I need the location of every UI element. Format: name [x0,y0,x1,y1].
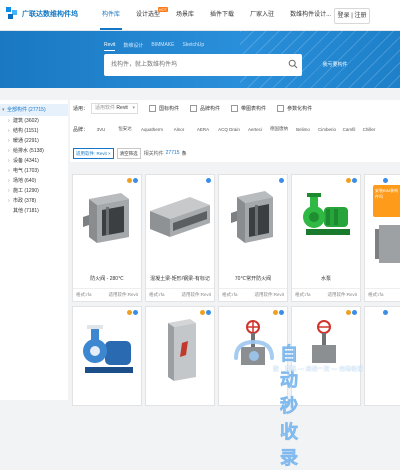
checkbox-national-standard[interactable]: 国标构件 [149,104,179,112]
brand-item[interactable]: 3VU [90,127,112,132]
software-badges [383,310,388,315]
checkbox-parametric[interactable]: 参数化构件 [277,104,312,112]
checkbox-brand[interactable]: 品牌构件 [190,104,220,112]
software-badges [383,178,388,183]
logo-icon [6,7,19,20]
card-footer: 格式:rfa [365,288,400,301]
active-filters-row: 适用软件: Revit × 清空筛选 相关构件 27715 条 [73,147,187,159]
login-register-button[interactable]: 登录 | 注册 [334,8,370,24]
card-title: 70℃常开防火阀 [234,276,272,282]
main-nav: 构件库 设计选型 HOT 场景库 插件下载 厂家入驻 数维构件设计... [94,0,339,30]
logo-text: 广联达数维构件坞 [22,10,78,18]
brand-item[interactable]: 恒安达 [114,126,136,132]
component-card[interactable] [291,306,361,406]
component-card[interactable]: 水泵 格式:rfa 适用软件:Revit [291,174,361,302]
sidebar-item-all[interactable]: ▾ 全部构件 (27715) [0,104,68,116]
nav-item-scene-library[interactable]: 场景库 [168,0,202,30]
component-card[interactable]: 混凝土梁-矩形/钢梁-有标记 格式:rfa 适用软件:Revit [145,174,215,302]
component-card[interactable]: 70℃常开防火阀 格式:rfa 适用软件:Revit [218,174,288,302]
sidebar-item-site[interactable]: › 场地 (640) [0,176,68,186]
promo-banner: 安装BIM装构件坞 [373,185,400,217]
sidebar-item-equipment[interactable]: › 设备 (4341) [0,156,68,166]
search-box [104,54,302,76]
brand-item[interactable]: Chiller [360,127,378,132]
category-sidebar: ▾ 全部构件 (27715) › 建筑 (3602) › 结构 (1151) › 暖通 … [0,100,68,400]
search-software-tabs: Revit 数维设计 BIMMAKE SketchUp [104,42,204,51]
result-count-suffix: 条 [181,150,187,157]
software-filter-row: 适用： 适用软件 Revit 国标构件 品牌构件 带图表构件 参数化构件 [73,102,312,114]
nav-item-vendor-join[interactable]: 厂家入驻 [242,0,282,30]
search-tab-shuwei[interactable]: 数维设计 [123,42,143,51]
card-footer: 格式:rfa 适用软件:Revit [73,288,141,301]
request-component-button[interactable]: 我亏要构件 [306,54,364,76]
component-card[interactable]: 安装BIM装构件坞 格式:rfa [364,174,400,302]
software-select[interactable]: 适用软件 Revit [91,102,139,114]
brand-item[interactable]: Aquatherm [138,127,166,132]
brand-item[interactable]: Aerteci [244,127,266,132]
site-logo[interactable]: 广联达数维构件坞 [6,7,78,20]
checkbox-icon [277,104,285,112]
component-card[interactable] [72,306,142,406]
card-title: 水泵 [320,276,331,282]
promo-banner-text: 安装BIM装构件坞 [375,188,399,199]
result-count: 27715 [165,150,180,156]
applies-label: 适用： [73,105,89,112]
sidebar-item-municipal[interactable]: › 市政 (378) [0,196,68,206]
nav-item-design-selection[interactable]: 设计选型 HOT [128,0,169,30]
sidebar-item-structure[interactable]: › 结构 (1151) [0,126,68,136]
card-footer: 格式:rfa 适用软件:Revit [219,288,287,301]
nav-item-component-library[interactable]: 构件库 [94,0,128,30]
hot-badge: HOT [157,7,169,12]
nav-item-plugin-download[interactable]: 插件下载 [202,0,242,30]
card-footer: 格式:rfa 适用软件:Revit [146,288,214,301]
fire-damper-thumbnail [83,193,129,243]
top-nav-bar: 广联达数维构件坞 构件库 设计选型 HOT 场景库 插件下载 厂家入驻 数维构件设… [0,0,400,31]
search-icon[interactable] [288,59,298,69]
sidebar-item-plumbing[interactable]: › 给排水 (5138) [0,146,68,156]
brand-item[interactable]: 德国唐纳 [268,126,290,132]
checkbox-icon [190,104,198,112]
result-count-label: 相关构件 [143,150,164,157]
component-card[interactable] [364,306,400,406]
valve-thumbnail [312,320,336,363]
nav-item-component-design[interactable]: 数维构件设计... [282,0,339,30]
fire-damper-thumbnail [231,191,273,243]
watermark-subtitle: 数 · 互联 — 来访一次 — 自动收录 [272,367,363,373]
search-tab-revit[interactable]: Revit [104,42,116,51]
brand-label: 品牌： [73,126,89,133]
checkbox-icon [149,104,157,112]
active-filter-tag[interactable]: 适用软件: Revit × [73,147,114,159]
concrete-beam-thumbnail [150,197,210,237]
checkbox-icon [231,104,239,112]
brand-item[interactable]: Camfil [340,127,358,132]
search-tab-sketchup[interactable]: SketchUp [182,42,204,51]
sidebar-item-architecture[interactable]: › 建筑 (3602) [0,116,68,126]
equipment-thumbnail [375,225,400,263]
search-tab-bimmake[interactable]: BIMMAKE [151,42,174,51]
brand-item[interactable]: Cimberio [316,127,338,132]
search-input[interactable] [111,59,281,71]
brand-item[interactable]: AERA [192,127,214,132]
watermark-title: 自动秒收录 [280,344,299,469]
sidebar-item-construction[interactable]: › 施工 (1290) [0,186,68,196]
brand-item[interactable]: Alnor [168,127,190,132]
brand-item[interactable]: ACQ Drain [216,127,242,132]
sidebar-item-other[interactable]: 其他 (7181) [0,206,68,216]
brand-filter-row: 品牌： 3VU 恒安达 Aquatherm Alnor AERA ACQ Dra… [73,124,378,134]
water-pump-thumbnail [83,325,133,373]
card-footer: 格式:rfa 适用软件:Revit [292,288,360,301]
clear-filters-button[interactable]: 清空筛选 [116,147,141,159]
watermark-logo-icon [234,339,274,361]
electrical-cabinet-thumbnail [168,319,196,381]
filter-panel: 适用： 适用软件 Revit 国标构件 品牌构件 带图表构件 参数化构件 品牌：… [70,100,400,162]
component-card[interactable] [145,306,215,406]
card-title: 防火阀 - 280℃ [90,276,124,282]
checkbox-with-chart[interactable]: 带图表构件 [231,104,266,112]
sidebar-item-hvac[interactable]: › 暖通 (2291) [0,136,68,146]
card-title: 混凝土梁-矩形/钢梁-有标记 [150,276,210,282]
component-card[interactable]: 防火阀 - 280℃ 格式:rfa 适用软件:Revit [72,174,142,302]
sidebar-item-electrical[interactable]: › 电气 (1703) [0,166,68,176]
brand-item[interactable]: Belimo [292,127,314,132]
water-pump-thumbnail [303,193,350,235]
